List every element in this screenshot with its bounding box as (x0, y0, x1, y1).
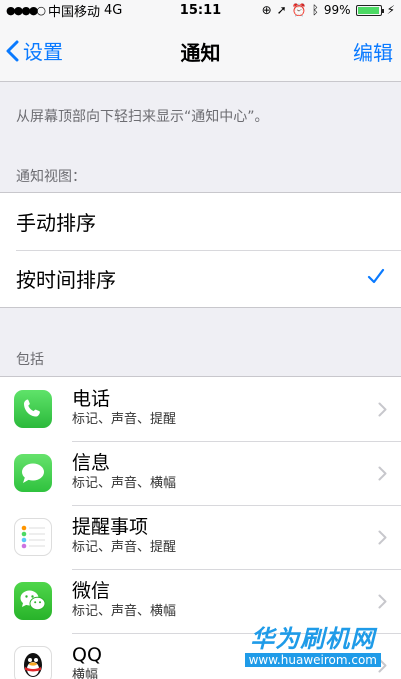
status-right: ⊕ ➚ ⏰ ᛒ 99% ⚡ (262, 3, 395, 17)
carrier-name: 中国移动 (48, 4, 101, 20)
option-sort-by-time[interactable]: 按时间排序 (0, 250, 401, 307)
qq-penguin-glyph (24, 653, 42, 677)
view-section-label: 通知视图： (16, 169, 86, 185)
messages-icon (14, 454, 52, 492)
watermark-url: www.huaweirom.com (244, 653, 381, 667)
phone-handset-glyph (24, 399, 40, 417)
app-alert-style: 标记、声音、横幅 (72, 476, 177, 491)
chevron-right-icon (378, 530, 387, 545)
wechat-icon (14, 582, 52, 620)
app-alert-style: 横幅 (72, 668, 99, 679)
view-options-group: 手动排序 按时间排序 (0, 192, 401, 308)
notification-center-hint: 从屏幕顶部向下轻扫来显示“通知中心”。 (16, 109, 269, 125)
option-manual-sort[interactable]: 手动排序 (0, 193, 401, 250)
page-title: 通知 (180, 41, 221, 65)
app-text: 电话 标记、声音、提醒 (72, 387, 176, 429)
app-alert-style: 标记、声音、横幅 (72, 604, 177, 619)
phone-icon (14, 390, 52, 428)
checkmark-icon (367, 268, 385, 284)
bluetooth-icon: ᛒ (311, 3, 319, 17)
chevron-right-icon (378, 594, 387, 609)
app-text: 微信 标记、声音、横幅 (72, 579, 176, 621)
status-left: ●●●●○ 中国移动 4G (6, 1, 156, 20)
app-row-reminders[interactable]: 提醒事项 标记、声音、提醒 (0, 505, 401, 569)
wechat-bubbles-glyph (20, 590, 46, 611)
option-label: 手动排序 (16, 211, 96, 235)
reminders-icon (14, 518, 52, 556)
chevron-right-icon (378, 466, 387, 481)
rotation-lock-icon: ⊕ (261, 3, 272, 17)
battery-icon (355, 4, 384, 16)
edit-button[interactable]: 编辑 (353, 37, 393, 66)
app-alert-style: 标记、声音、提醒 (72, 540, 177, 555)
app-name: 提醒事项 (72, 516, 149, 538)
battery-fill (357, 6, 380, 14)
app-row-phone[interactable]: 电话 标记、声音、提醒 (0, 377, 401, 441)
navigation-bar: 设置 通知 编辑 (0, 20, 401, 82)
signal-strength-icon: ●●●●○ (6, 3, 46, 17)
app-name: 微信 (72, 580, 111, 602)
speech-bubble-glyph (22, 463, 44, 483)
app-text: 提醒事项 标记、声音、提醒 (72, 515, 176, 557)
app-alert-style: 标记、声音、提醒 (72, 412, 177, 427)
app-row-wechat[interactable]: 微信 标记、声音、横幅 (0, 569, 401, 633)
network-type: 4G (104, 2, 123, 18)
app-text: 信息 标记、声音、横幅 (72, 451, 176, 493)
include-section-label: 包括 (16, 352, 44, 368)
qq-icon (14, 646, 52, 679)
watermark: 华为刷机网 www.huaweirom.com (244, 625, 381, 667)
reminders-list-glyph (21, 525, 45, 549)
location-icon: ➚ (276, 3, 287, 17)
option-label: 按时间排序 (16, 268, 116, 292)
app-name: QQ (72, 644, 102, 666)
app-name: 电话 (72, 388, 111, 410)
app-row-messages[interactable]: 信息 标记、声音、横幅 (0, 441, 401, 505)
app-text: QQ 横幅 (72, 643, 102, 679)
charging-icon: ⚡ (386, 3, 395, 17)
battery-percent: 99% (323, 3, 351, 17)
status-bar: ●●●●○ 中国移动 4G 15:11 ⊕ ➚ ⏰ ᛒ 99% ⚡ (0, 0, 401, 20)
chevron-right-icon (378, 402, 387, 417)
app-name: 信息 (72, 452, 111, 474)
alarm-icon: ⏰ (291, 3, 307, 17)
watermark-title: 华为刷机网 (250, 625, 376, 653)
